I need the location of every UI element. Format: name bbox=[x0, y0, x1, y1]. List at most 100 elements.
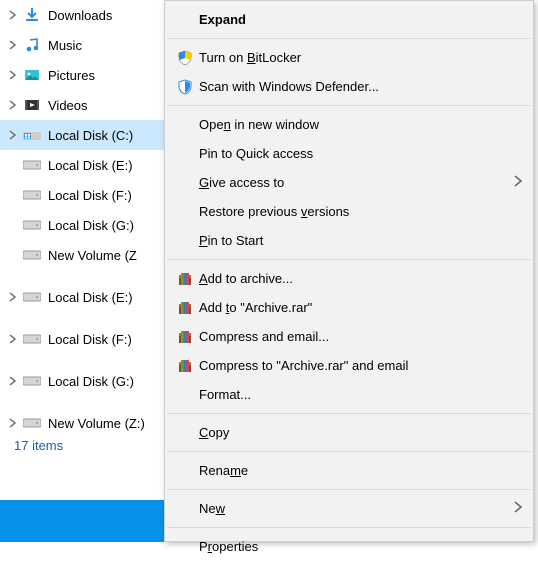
chevron-right-icon[interactable] bbox=[4, 100, 22, 110]
tree-item-label: Local Disk (E:) bbox=[48, 158, 133, 173]
tree-item-label: Local Disk (G:) bbox=[48, 218, 134, 233]
menu-item[interactable]: Rename bbox=[165, 456, 533, 485]
tree-item-label: Pictures bbox=[48, 68, 95, 83]
winrar-icon bbox=[171, 300, 199, 316]
menu-item-label: Pin to Quick access bbox=[199, 146, 505, 161]
menu-separator bbox=[167, 489, 531, 490]
videos-icon bbox=[22, 95, 42, 115]
menu-separator bbox=[167, 105, 531, 106]
winrar-icon bbox=[171, 358, 199, 374]
taskbar-strip bbox=[0, 500, 164, 542]
menu-item[interactable]: Expand bbox=[165, 5, 533, 34]
menu-item-label: Expand bbox=[199, 12, 505, 27]
tree-item[interactable]: Music bbox=[0, 30, 164, 60]
music-icon bbox=[22, 35, 42, 55]
tree-item-label: New Volume (Z bbox=[48, 248, 137, 263]
chevron-right-icon[interactable] bbox=[4, 418, 22, 428]
menu-item[interactable]: Properties bbox=[165, 532, 533, 561]
menu-item[interactable]: Give access to bbox=[165, 168, 533, 197]
menu-item-label: Give access to bbox=[199, 175, 505, 190]
chevron-right-icon[interactable] bbox=[4, 130, 22, 140]
menu-item[interactable]: Copy bbox=[165, 418, 533, 447]
menu-item[interactable]: Format... bbox=[165, 380, 533, 409]
tree-item[interactable]: New Volume (Z bbox=[0, 240, 164, 270]
tree-item-label: New Volume (Z:) bbox=[48, 416, 145, 431]
menu-item[interactable]: Add to archive... bbox=[165, 264, 533, 293]
menu-separator bbox=[167, 451, 531, 452]
tree-item[interactable]: Videos bbox=[0, 90, 164, 120]
tree-item[interactable]: Pictures bbox=[0, 60, 164, 90]
chevron-right-icon[interactable] bbox=[4, 70, 22, 80]
menu-item-label: Compress to "Archive.rar" and email bbox=[199, 358, 505, 373]
shield-yellow-icon bbox=[171, 50, 199, 66]
chevron-right-icon[interactable] bbox=[4, 376, 22, 386]
chevron-right-icon[interactable] bbox=[4, 10, 22, 20]
tree-item[interactable]: Local Disk (G:) bbox=[0, 366, 164, 396]
disk-icon bbox=[22, 155, 42, 175]
tree-item-label: Videos bbox=[48, 98, 88, 113]
chevron-right-icon[interactable] bbox=[4, 334, 22, 344]
menu-item-label: Format... bbox=[199, 387, 505, 402]
submenu-arrow-icon bbox=[505, 175, 523, 190]
chevron-right-icon[interactable] bbox=[4, 40, 22, 50]
tree-item[interactable]: Local Disk (G:) bbox=[0, 210, 164, 240]
menu-separator bbox=[167, 527, 531, 528]
tree-item-label: Local Disk (E:) bbox=[48, 290, 133, 305]
menu-separator bbox=[167, 38, 531, 39]
disk-icon bbox=[22, 329, 42, 349]
tree-item[interactable]: Local Disk (F:) bbox=[0, 324, 164, 354]
chevron-right-icon[interactable] bbox=[4, 292, 22, 302]
tree-item-label: Local Disk (G:) bbox=[48, 374, 134, 389]
menu-item-label: Pin to Start bbox=[199, 233, 505, 248]
menu-item-label: Open in new window bbox=[199, 117, 505, 132]
submenu-arrow-icon bbox=[505, 501, 523, 516]
menu-item[interactable]: Compress to "Archive.rar" and email bbox=[165, 351, 533, 380]
menu-item-label: Turn on BitLocker bbox=[199, 50, 505, 65]
status-bar: 17 items bbox=[14, 438, 63, 453]
menu-separator bbox=[167, 413, 531, 414]
osdisk-icon bbox=[22, 125, 42, 145]
tree-item-label: Music bbox=[48, 38, 82, 53]
tree-item[interactable]: Local Disk (F:) bbox=[0, 180, 164, 210]
tree-item-label: Downloads bbox=[48, 8, 112, 23]
tree-item[interactable]: Downloads bbox=[0, 0, 164, 30]
menu-item[interactable]: Turn on BitLocker bbox=[165, 43, 533, 72]
tree-item[interactable]: Local Disk (E:) bbox=[0, 150, 164, 180]
tree-item[interactable]: New Volume (Z:) bbox=[0, 408, 164, 438]
menu-item-label: Add to archive... bbox=[199, 271, 505, 286]
menu-item-label: Restore previous versions bbox=[199, 204, 505, 219]
menu-item-label: Rename bbox=[199, 463, 505, 478]
winrar-icon bbox=[171, 329, 199, 345]
menu-item-label: Scan with Windows Defender... bbox=[199, 79, 505, 94]
menu-item[interactable]: Pin to Quick access bbox=[165, 139, 533, 168]
tree-item-label: Local Disk (F:) bbox=[48, 332, 132, 347]
tree-item-label: Local Disk (F:) bbox=[48, 188, 132, 203]
menu-item[interactable]: Scan with Windows Defender... bbox=[165, 72, 533, 101]
disk-icon bbox=[22, 245, 42, 265]
menu-item[interactable]: Pin to Start bbox=[165, 226, 533, 255]
menu-item[interactable]: Add to "Archive.rar" bbox=[165, 293, 533, 322]
menu-item[interactable]: Compress and email... bbox=[165, 322, 533, 351]
menu-item-label: New bbox=[199, 501, 505, 516]
tree-item[interactable]: Local Disk (C:) bbox=[0, 120, 164, 150]
winrar-icon bbox=[171, 271, 199, 287]
disk-icon bbox=[22, 215, 42, 235]
pictures-icon bbox=[22, 65, 42, 85]
tree-item-label: Local Disk (C:) bbox=[48, 128, 133, 143]
disk-icon bbox=[22, 413, 42, 433]
disk-icon bbox=[22, 371, 42, 391]
shield-blue-icon bbox=[171, 79, 199, 95]
tree-item[interactable]: Local Disk (E:) bbox=[0, 282, 164, 312]
menu-item-label: Add to "Archive.rar" bbox=[199, 300, 505, 315]
menu-item-label: Compress and email... bbox=[199, 329, 505, 344]
menu-item-label: Properties bbox=[199, 539, 505, 554]
menu-item-label: Copy bbox=[199, 425, 505, 440]
menu-item[interactable]: Open in new window bbox=[165, 110, 533, 139]
menu-item[interactable]: Restore previous versions bbox=[165, 197, 533, 226]
folder-tree: Downloads Music Pictures Videos Local Disk (… bbox=[0, 0, 164, 542]
menu-separator bbox=[167, 259, 531, 260]
menu-item[interactable]: New bbox=[165, 494, 533, 523]
disk-icon bbox=[22, 287, 42, 307]
download-icon bbox=[22, 5, 42, 25]
disk-icon bbox=[22, 185, 42, 205]
